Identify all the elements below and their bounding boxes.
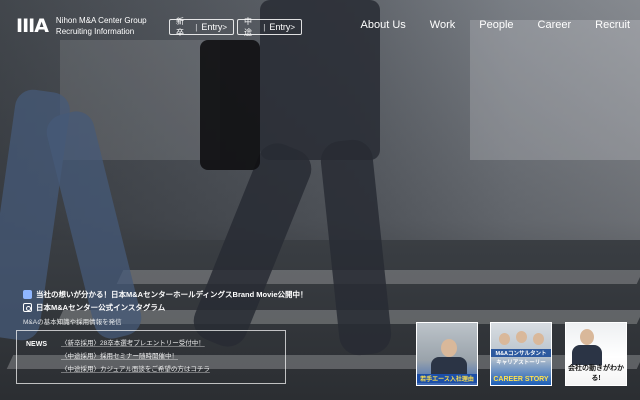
nav-about-us[interactable]: About Us <box>361 19 406 31</box>
portrait-face <box>441 339 457 357</box>
logo-mark: IIIA <box>16 15 49 37</box>
banner-caption-top: M&Aコンサルタント <box>491 349 551 357</box>
entry-kind: 中途 <box>244 17 252 37</box>
entry-new-grad-button[interactable]: 新卒 | Entry > <box>169 17 234 37</box>
entry-mid-career-button[interactable]: 中途 | Entry > <box>237 17 302 37</box>
divider: | <box>195 22 198 32</box>
banner-caption-bottom: CAREER STORY <box>493 376 549 383</box>
site-header: IIIA Nihon M&A Center Group Recruiting I… <box>0 0 640 54</box>
instagram-text: 日本M&Aセンター公式インスタグラム <box>36 303 166 312</box>
news-box: NEWS 〈新卒採用〉28卒本選考プレエントリー受付中！ 〈中途採用〉採用セミナ… <box>16 330 286 384</box>
entry-kind: 新卒 <box>176 17 184 37</box>
brand-movie-text: 当社の想いが分かる！日本M&AセンターホールディングスBrand Movie公開… <box>36 290 308 299</box>
logo[interactable]: IIIA Nihon M&A Center Group Recruiting I… <box>16 15 147 37</box>
instagram-link[interactable]: 日本M&Aセンター公式インスタグラム <box>23 301 308 314</box>
banner-career-story[interactable]: M&Aコンサルタント キャリアストーリー CAREER STORY <box>490 322 552 386</box>
chevron-right-icon: > <box>290 22 295 32</box>
banner-caption-mid: キャリアストーリー <box>496 360 546 366</box>
nav-recruit[interactable]: Recruit <box>595 19 630 31</box>
news-item[interactable]: 〈中途採用〉カジュアル面談をご希望の方はコチラ <box>61 363 210 376</box>
news-item[interactable]: 〈新卒採用〉28卒本選考プレエントリー受付中！ <box>61 337 210 350</box>
portrait-body <box>572 345 602 365</box>
main-nav: About Us Work People Career Recruit <box>337 19 630 31</box>
instagram-icon <box>23 303 32 312</box>
portrait-face <box>516 331 527 343</box>
entry-label: Entry <box>201 22 223 32</box>
instagram-subtext: M&Aの基本知識や採用情報を発信 <box>23 319 122 326</box>
news-item[interactable]: 〈中途採用〉採用セミナー随時開催中！ <box>61 350 210 363</box>
brand-movie-link[interactable]: 当社の想いが分かる！日本M&AセンターホールディングスBrand Movie公開… <box>23 288 308 301</box>
nav-career[interactable]: Career <box>538 19 572 31</box>
banner-company-moves[interactable]: 会社の動きがわかる! <box>565 322 627 386</box>
divider: | <box>263 22 266 32</box>
movie-icon <box>23 290 32 299</box>
banner-caption: 会社の動きがわかる! <box>568 365 624 382</box>
news-label: NEWS <box>26 341 47 348</box>
entry-label: Entry <box>269 22 291 32</box>
portrait-face <box>499 333 510 345</box>
notices: 当社の想いが分かる！日本M&AセンターホールディングスBrand Movie公開… <box>23 288 308 326</box>
briefcase <box>200 40 260 170</box>
nav-people[interactable]: People <box>479 19 513 31</box>
news-list: 〈新卒採用〉28卒本選考プレエントリー受付中！ 〈中途採用〉採用セミナー随時開催… <box>61 337 210 376</box>
logo-line1: Nihon M&A Center Group <box>55 16 147 25</box>
nav-work[interactable]: Work <box>430 19 455 31</box>
logo-text: Nihon M&A Center Group Recruiting Inform… <box>56 15 147 37</box>
portrait-face <box>533 333 544 345</box>
portrait-face <box>580 329 594 345</box>
logo-line2: Recruiting Information <box>55 27 135 36</box>
chevron-right-icon: > <box>222 22 227 32</box>
banner-caption: 若手エース入社理由 <box>417 374 477 383</box>
banner-young-ace[interactable]: 若手エース入社理由 <box>416 322 478 386</box>
